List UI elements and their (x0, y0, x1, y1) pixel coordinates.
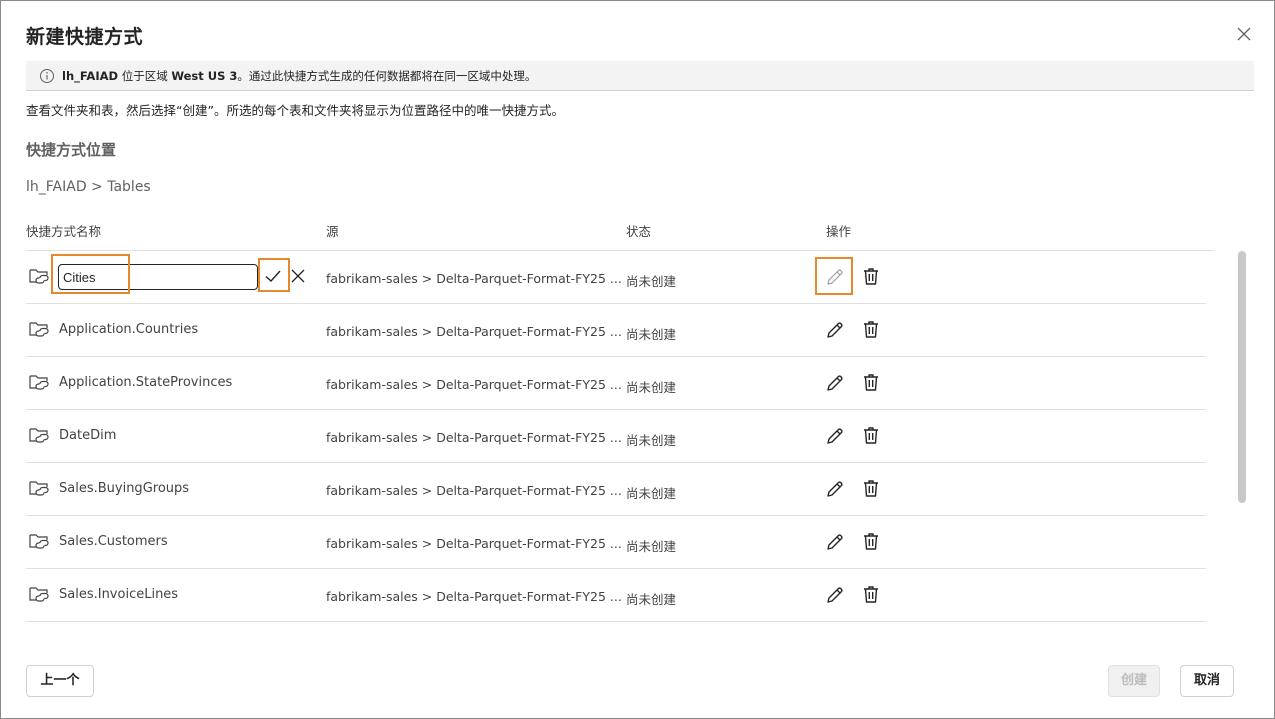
row-name: Application.StateProvinces (59, 375, 233, 390)
row-source: fabrikam-sales > Delta-Parquet-Format-FY… (326, 483, 622, 498)
close-icon[interactable] (1234, 24, 1254, 44)
table-row: Sales.BuyingGroups fabrikam-sales > Delt… (26, 463, 1206, 516)
row-name: Sales.BuyingGroups (59, 481, 190, 496)
pencil-icon[interactable] (825, 267, 845, 287)
section-title: 快捷方式位置 (26, 141, 117, 159)
trash-icon[interactable] (862, 319, 880, 339)
folder-link-icon (29, 481, 49, 496)
previous-button[interactable]: 上一个 (26, 665, 94, 697)
column-header-name: 快捷方式名称 (26, 224, 102, 239)
create-button[interactable]: 创建 (1108, 665, 1160, 697)
region-info-bar: lh_FAIAD 位于区域 West US 3。通过此快捷方式生成的任何数据都将… (26, 61, 1254, 91)
trash-icon[interactable] (862, 372, 880, 392)
trash-icon[interactable] (862, 478, 880, 498)
row-name: DateDim (59, 428, 117, 443)
table-row: Application.Countries fabrikam-sales > D… (26, 304, 1206, 357)
breadcrumb: lh_FAIAD > Tables (26, 179, 151, 195)
column-header-source: 源 (326, 224, 339, 239)
pencil-icon[interactable] (825, 320, 845, 340)
dialog-title: 新建快捷方式 (26, 26, 144, 48)
row-status: 尚未创建 (626, 592, 677, 607)
info-part1: 位于区域 (118, 69, 172, 83)
folder-link-icon (29, 322, 49, 337)
row-source: fabrikam-sales > Delta-Parquet-Format-FY… (326, 589, 622, 604)
folder-link-icon (29, 428, 49, 443)
trash-icon[interactable] (862, 531, 880, 551)
column-header-actions: 操作 (826, 224, 852, 239)
row-status: 尚未创建 (626, 327, 677, 342)
region-info-text: lh_FAIAD 位于区域 West US 3。通过此快捷方式生成的任何数据都将… (62, 68, 536, 84)
folder-link-icon (29, 375, 49, 390)
row-name: Sales.InvoiceLines (59, 587, 179, 602)
new-shortcut-dialog: 新建快捷方式 lh_FAIAD 位于区域 West US 3。通过此快捷方式生成… (0, 0, 1275, 719)
table-row: DateDim fabrikam-sales > Delta-Parquet-F… (26, 410, 1206, 463)
folder-link-icon (29, 269, 49, 284)
row-source: fabrikam-sales > Delta-Parquet-Format-FY… (326, 271, 622, 286)
folder-link-icon (29, 587, 49, 602)
info-lakehouse-name: lh_FAIAD (62, 69, 119, 83)
trash-icon[interactable] (862, 425, 880, 445)
row-name: Sales.Customers (59, 534, 168, 549)
row-source: fabrikam-sales > Delta-Parquet-Format-FY… (326, 430, 622, 445)
row-status: 尚未创建 (626, 433, 677, 448)
dialog-description: 查看文件夹和表，然后选择“创建”。所选的每个表和文件夹将显示为位置路径中的唯一快… (26, 103, 564, 118)
table-row: Sales.InvoiceLines fabrikam-sales > Delt… (26, 569, 1206, 622)
trash-icon[interactable] (862, 266, 880, 286)
table-row: Application.StateProvinces fabrikam-sale… (26, 357, 1206, 410)
row-source: fabrikam-sales > Delta-Parquet-Format-FY… (326, 536, 622, 551)
row-name: Application.Countries (59, 322, 199, 337)
shortcut-name-input[interactable] (58, 264, 258, 290)
pencil-icon[interactable] (825, 426, 845, 446)
pencil-icon[interactable] (825, 532, 845, 552)
pencil-icon[interactable] (825, 479, 845, 499)
info-part2: 。通过此快捷方式生成的任何数据都将在同一区域中处理。 (237, 69, 537, 83)
pencil-icon[interactable] (825, 373, 845, 393)
scrollbar[interactable] (1238, 251, 1246, 503)
pencil-icon[interactable] (825, 585, 845, 605)
table-row-editing: fabrikam-sales > Delta-Parquet-Format-FY… (26, 251, 1206, 304)
folder-link-icon (29, 534, 49, 549)
row-status: 尚未创建 (626, 274, 677, 289)
table-row: Sales.Customers fabrikam-sales > Delta-P… (26, 516, 1206, 569)
info-icon (40, 69, 54, 83)
checkmark-icon[interactable] (264, 267, 282, 285)
column-header-status: 状态 (626, 224, 652, 239)
cancel-button[interactable]: 取消 (1180, 665, 1234, 697)
row-source: fabrikam-sales > Delta-Parquet-Format-FY… (326, 377, 622, 392)
row-status: 尚未创建 (626, 486, 677, 501)
row-source: fabrikam-sales > Delta-Parquet-Format-FY… (326, 324, 622, 339)
dismiss-icon[interactable] (291, 269, 305, 283)
row-status: 尚未创建 (626, 380, 677, 395)
info-region: West US 3 (171, 69, 238, 83)
trash-icon[interactable] (862, 584, 880, 604)
row-status: 尚未创建 (626, 539, 677, 554)
